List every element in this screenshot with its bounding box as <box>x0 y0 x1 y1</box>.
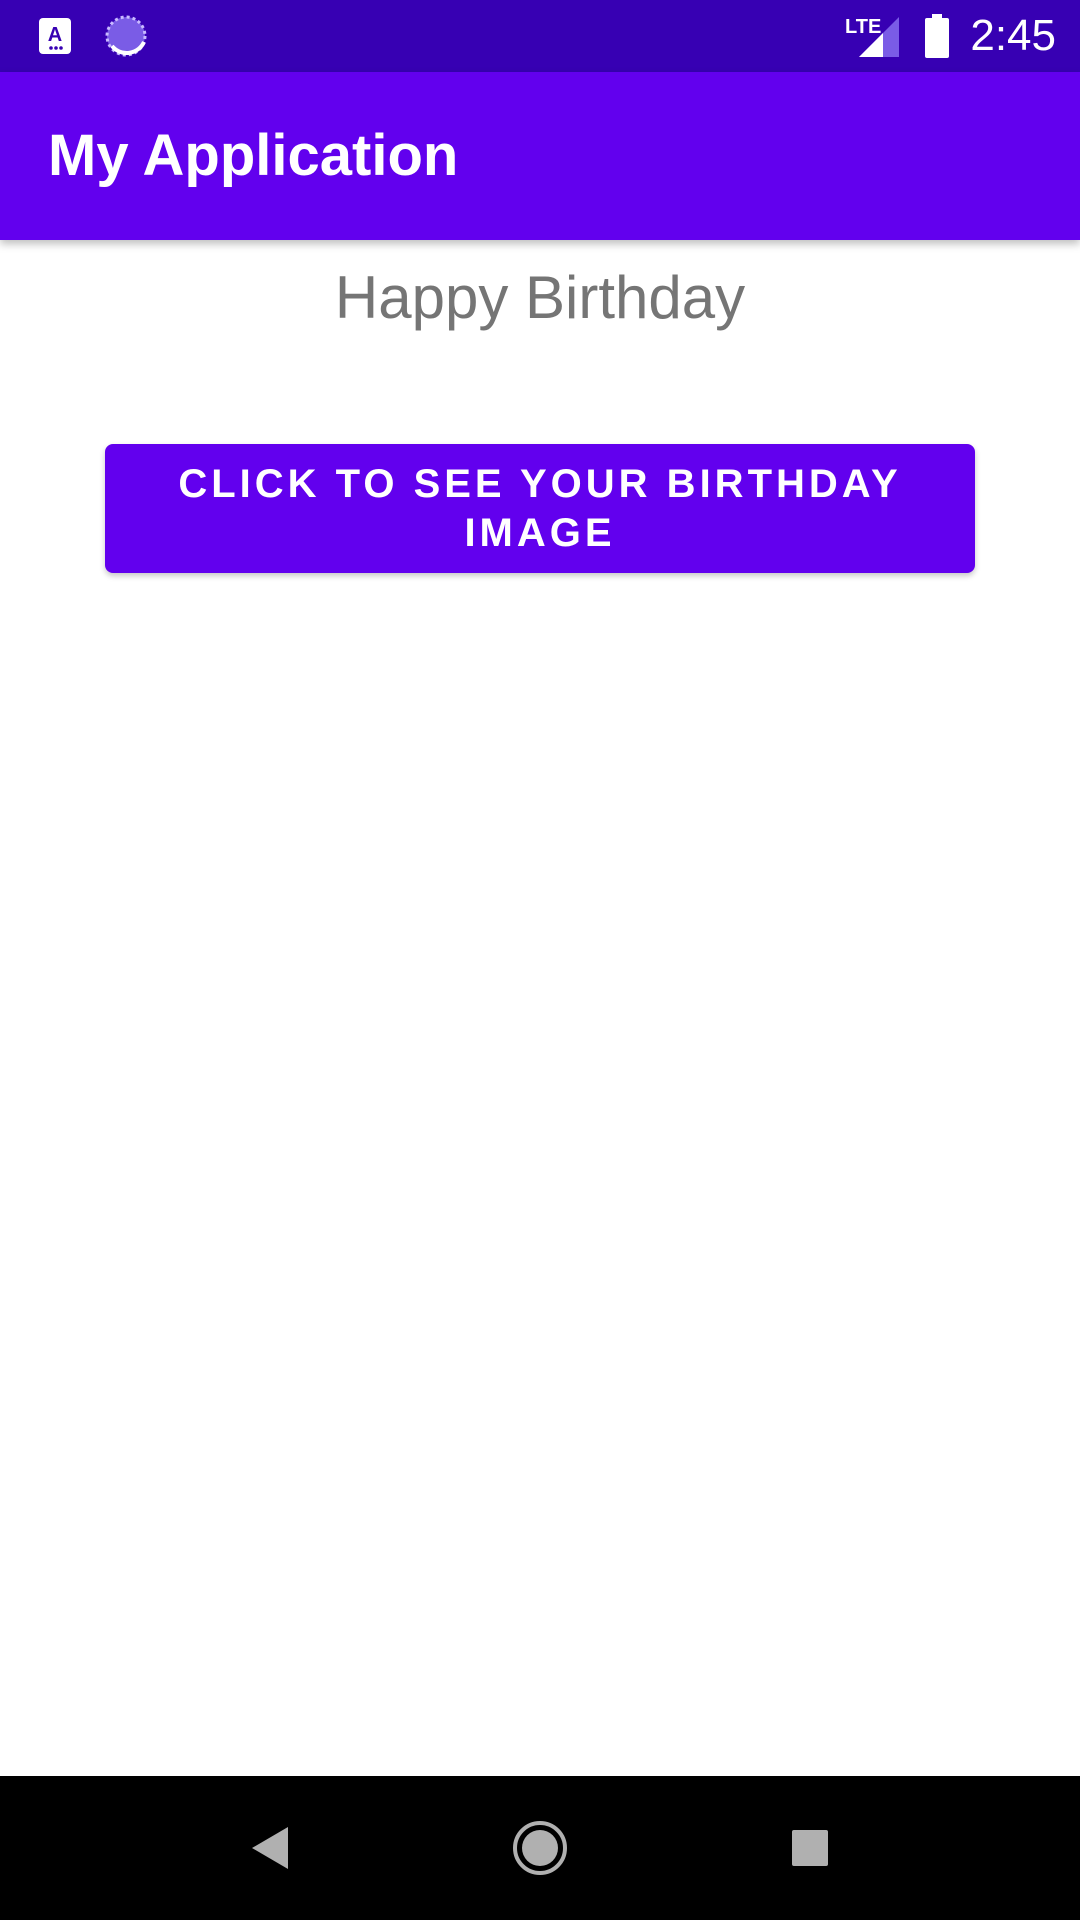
app-bar: My Application <box>0 72 1080 240</box>
status-bar: A LTE 2:45 <box>0 0 1080 72</box>
see-birthday-image-button[interactable]: Click to see your birthday image <box>105 444 975 573</box>
accessibility-app-icon: A <box>34 0 76 72</box>
svg-text:LTE: LTE <box>845 16 881 38</box>
app-title: My Application <box>48 123 459 188</box>
battery-icon <box>920 0 954 72</box>
greeting-text: Happy Birthday <box>334 264 746 331</box>
status-time: 2:45 <box>970 11 1056 60</box>
button-label: Click to see your birthday image <box>178 461 902 555</box>
back-icon[interactable] <box>198 1776 342 1920</box>
recents-icon[interactable] <box>738 1776 882 1920</box>
app-screen: A LTE 2:45 My Application Happy Birthday… <box>0 0 1080 1920</box>
navigation-bar <box>0 1776 1080 1920</box>
home-icon[interactable] <box>468 1776 612 1920</box>
svg-text:A: A <box>48 24 62 46</box>
lte-signal-icon: LTE <box>842 0 902 72</box>
sync-spinner-icon <box>102 0 150 72</box>
